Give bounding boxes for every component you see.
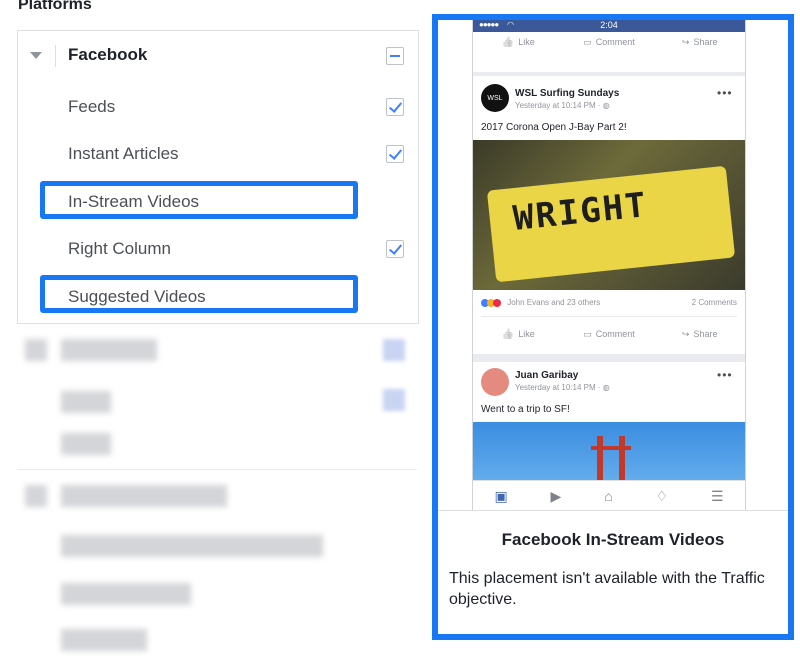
blurred-element xyxy=(383,389,405,411)
comment-label: Comment xyxy=(595,329,635,339)
phone-mockup: ●●●●● ◠ 2:04 Like ▭Comment ↪Share WSL WS… xyxy=(472,20,746,510)
video-icon[interactable]: ▶ xyxy=(551,488,562,505)
preview-description: This placement isn't available with the … xyxy=(449,570,765,608)
globe-icon: ◍ xyxy=(602,383,610,392)
blurred-placements-list xyxy=(17,323,417,666)
avatar-text: WSL xyxy=(487,94,503,102)
blurred-element xyxy=(61,339,157,361)
blurred-element xyxy=(25,485,47,507)
placements-panel: Facebook Feeds Instant Articles In-Strea… xyxy=(17,30,419,324)
post-page-name: Juan Garibay xyxy=(515,370,579,381)
share-icon: ↪ xyxy=(681,36,690,47)
placement-label-instant-articles: Instant Articles xyxy=(68,144,179,163)
highlight-box-in-stream-videos xyxy=(40,181,358,219)
share-label: Share xyxy=(693,37,718,47)
menu-icon[interactable]: ☰ xyxy=(711,488,724,505)
marketplace-icon[interactable]: ⌂ xyxy=(604,488,612,504)
facebook-checkbox[interactable] xyxy=(386,47,404,65)
share-label: Share xyxy=(693,329,718,339)
love-reaction-icon xyxy=(493,298,501,307)
comment-icon: ▭ xyxy=(583,36,592,47)
reactions-text: John Evans and 23 others xyxy=(507,298,601,307)
action-bar: Like ▭Comment ↪Share xyxy=(473,30,745,54)
comment-label: Comment xyxy=(595,37,635,47)
divider xyxy=(55,45,56,67)
divider xyxy=(481,316,737,317)
comment-button[interactable]: ▭ Comment xyxy=(564,322,655,346)
like-button[interactable]: Like xyxy=(473,322,564,346)
collapse-caret-icon[interactable] xyxy=(30,52,42,59)
bridge-crossbar-shape xyxy=(591,446,631,450)
comment-button[interactable]: ▭ Comment xyxy=(564,30,655,54)
placement-preview: ●●●●● ◠ 2:04 Like ▭Comment ↪Share WSL WS… xyxy=(432,14,794,640)
right-column-checkbox[interactable] xyxy=(386,240,404,258)
post-meta-text: Yesterday at 10:14 PM · xyxy=(515,101,603,110)
blurred-element xyxy=(61,391,111,413)
status-time: 2:04 xyxy=(600,20,618,30)
placement-label-feeds: Feeds xyxy=(68,97,116,116)
placement-row-instant-articles[interactable]: Instant Articles xyxy=(18,134,418,174)
comment-icon: ▭ xyxy=(583,328,592,339)
placement-row-right-column[interactable]: Right Column xyxy=(18,229,418,269)
highlight-box-suggested-videos xyxy=(40,275,358,313)
post-text: 2017 Corona Open J-Bay Part 2! xyxy=(481,122,627,133)
avatar xyxy=(481,368,509,396)
post-text: Went to a trip to SF! xyxy=(481,404,570,415)
blurred-element xyxy=(61,535,323,557)
reactions-summary[interactable]: John Evans and 23 others xyxy=(481,298,600,307)
like-icon xyxy=(502,37,514,48)
placement-label-right-column: Right Column xyxy=(68,239,171,258)
share-button[interactable]: ↪ Share xyxy=(654,30,745,54)
post-card-juan: Juan Garibay Yesterday at 10:14 PM · ◍ •… xyxy=(473,362,745,494)
post-meta: Yesterday at 10:14 PM · ◍ xyxy=(515,383,610,392)
globe-icon: ◍ xyxy=(602,101,610,110)
like-icon xyxy=(502,329,514,340)
more-options-icon[interactable]: ••• xyxy=(717,86,733,100)
previous-post-actions: Like ▭Comment ↪Share xyxy=(473,32,745,72)
blurred-element xyxy=(383,339,405,361)
placement-row-facebook[interactable]: Facebook xyxy=(18,35,418,75)
more-options-icon[interactable]: ••• xyxy=(717,368,733,382)
post-meta-text: Yesterday at 10:14 PM · xyxy=(515,383,603,392)
post-video[interactable]: WRIGHT xyxy=(473,140,745,290)
action-bar: Like ▭Comment ↪Share xyxy=(473,322,745,346)
blurred-element xyxy=(25,339,47,361)
like-label: Like xyxy=(518,37,535,47)
placement-row-feeds[interactable]: Feeds xyxy=(18,87,418,127)
preview-title: Facebook In-Stream Videos xyxy=(501,530,725,549)
post-card-wsl: WSL WSL Surfing Sundays Yesterday at 10:… xyxy=(473,76,745,354)
phone-tab-bar: ▣ ▶ ⌂ ♢ ☰ xyxy=(473,480,745,510)
post-page-name: WSL Surfing Sundays xyxy=(515,88,620,99)
news-feed-icon[interactable]: ▣ xyxy=(494,488,507,505)
placement-label-facebook: Facebook xyxy=(68,45,148,64)
comments-count[interactable]: 2 Comments xyxy=(692,298,737,307)
blurred-element xyxy=(61,629,147,651)
feeds-checkbox[interactable] xyxy=(386,98,404,116)
notifications-icon[interactable]: ♢ xyxy=(656,488,669,505)
avatar: WSL xyxy=(481,84,509,112)
share-icon: ↪ xyxy=(681,328,690,339)
divider xyxy=(17,469,417,470)
divider xyxy=(438,510,788,511)
like-button[interactable]: Like xyxy=(473,30,564,54)
section-heading: Platforms xyxy=(18,0,92,13)
post-meta: Yesterday at 10:14 PM · ◍ xyxy=(515,101,610,110)
blurred-element xyxy=(61,485,227,507)
share-button[interactable]: ↪ Share xyxy=(654,322,745,346)
like-label: Like xyxy=(518,329,535,339)
instant-articles-checkbox[interactable] xyxy=(386,145,404,163)
blurred-element xyxy=(61,583,191,605)
blurred-element xyxy=(61,433,111,455)
